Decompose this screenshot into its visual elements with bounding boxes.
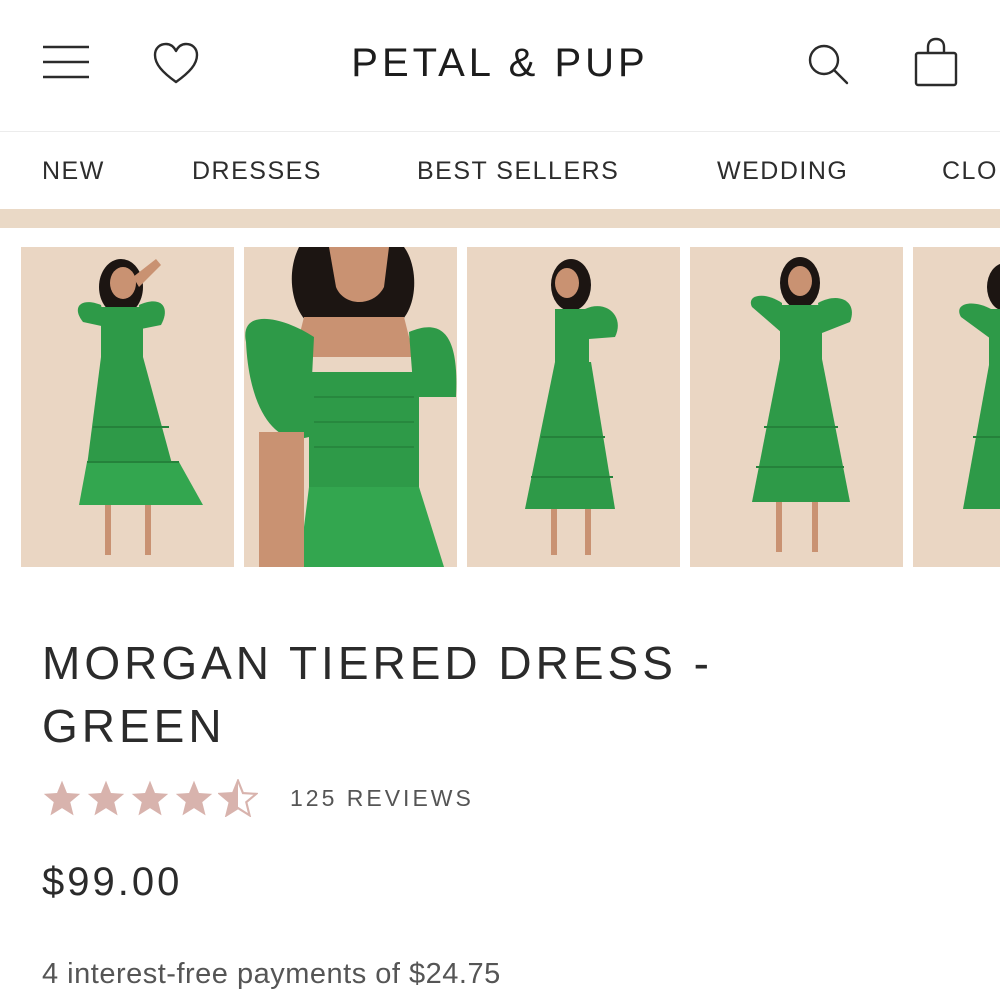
category-nav: NEW DRESSES BEST SELLERS WEDDING CLO [0,133,1000,209]
cart-button[interactable] [906,34,966,90]
nav-item-dresses[interactable]: DRESSES [192,155,322,187]
product-image-5[interactable] [913,247,1000,567]
installment-info: 4 interest-free payments of $24.75 [42,958,501,990]
product-image-1[interactable] [21,247,234,567]
product-image-2[interactable] [244,247,457,567]
menu-button[interactable] [38,38,94,86]
star-icon [131,780,169,816]
star-icon [87,780,125,816]
review-count[interactable]: 125 REVIEWS [290,785,474,812]
promo-band [0,209,1000,228]
site-header: PETAL & PUP [0,0,1000,132]
brand-logo[interactable]: PETAL & PUP [250,36,750,90]
product-rating[interactable]: 125 REVIEWS [42,776,474,820]
product-title: MORGAN TIERED DRESS - GREEN [42,632,942,758]
nav-item-wedding[interactable]: WEDDING [717,155,848,187]
star-rating [42,779,258,817]
star-icon [175,780,213,816]
nav-item-clothing[interactable]: CLO [942,155,998,187]
wishlist-button[interactable] [148,38,204,90]
product-image-4[interactable] [690,247,903,567]
product-image-3[interactable] [467,247,680,567]
shopping-bag-icon [914,37,958,87]
product-title-line-1: MORGAN TIERED DRESS - [42,637,713,689]
heart-icon [153,42,199,84]
nav-item-best-sellers[interactable]: BEST SELLERS [417,155,619,187]
menu-icon [43,45,89,79]
half-star-icon [218,779,258,817]
product-title-line-2: GREEN [42,700,226,752]
search-button[interactable] [800,38,856,90]
search-icon [808,44,849,85]
nav-item-new[interactable]: NEW [42,155,105,187]
product-price: $99.00 [42,860,183,904]
star-icon [43,780,81,816]
product-image-gallery [0,247,1000,567]
